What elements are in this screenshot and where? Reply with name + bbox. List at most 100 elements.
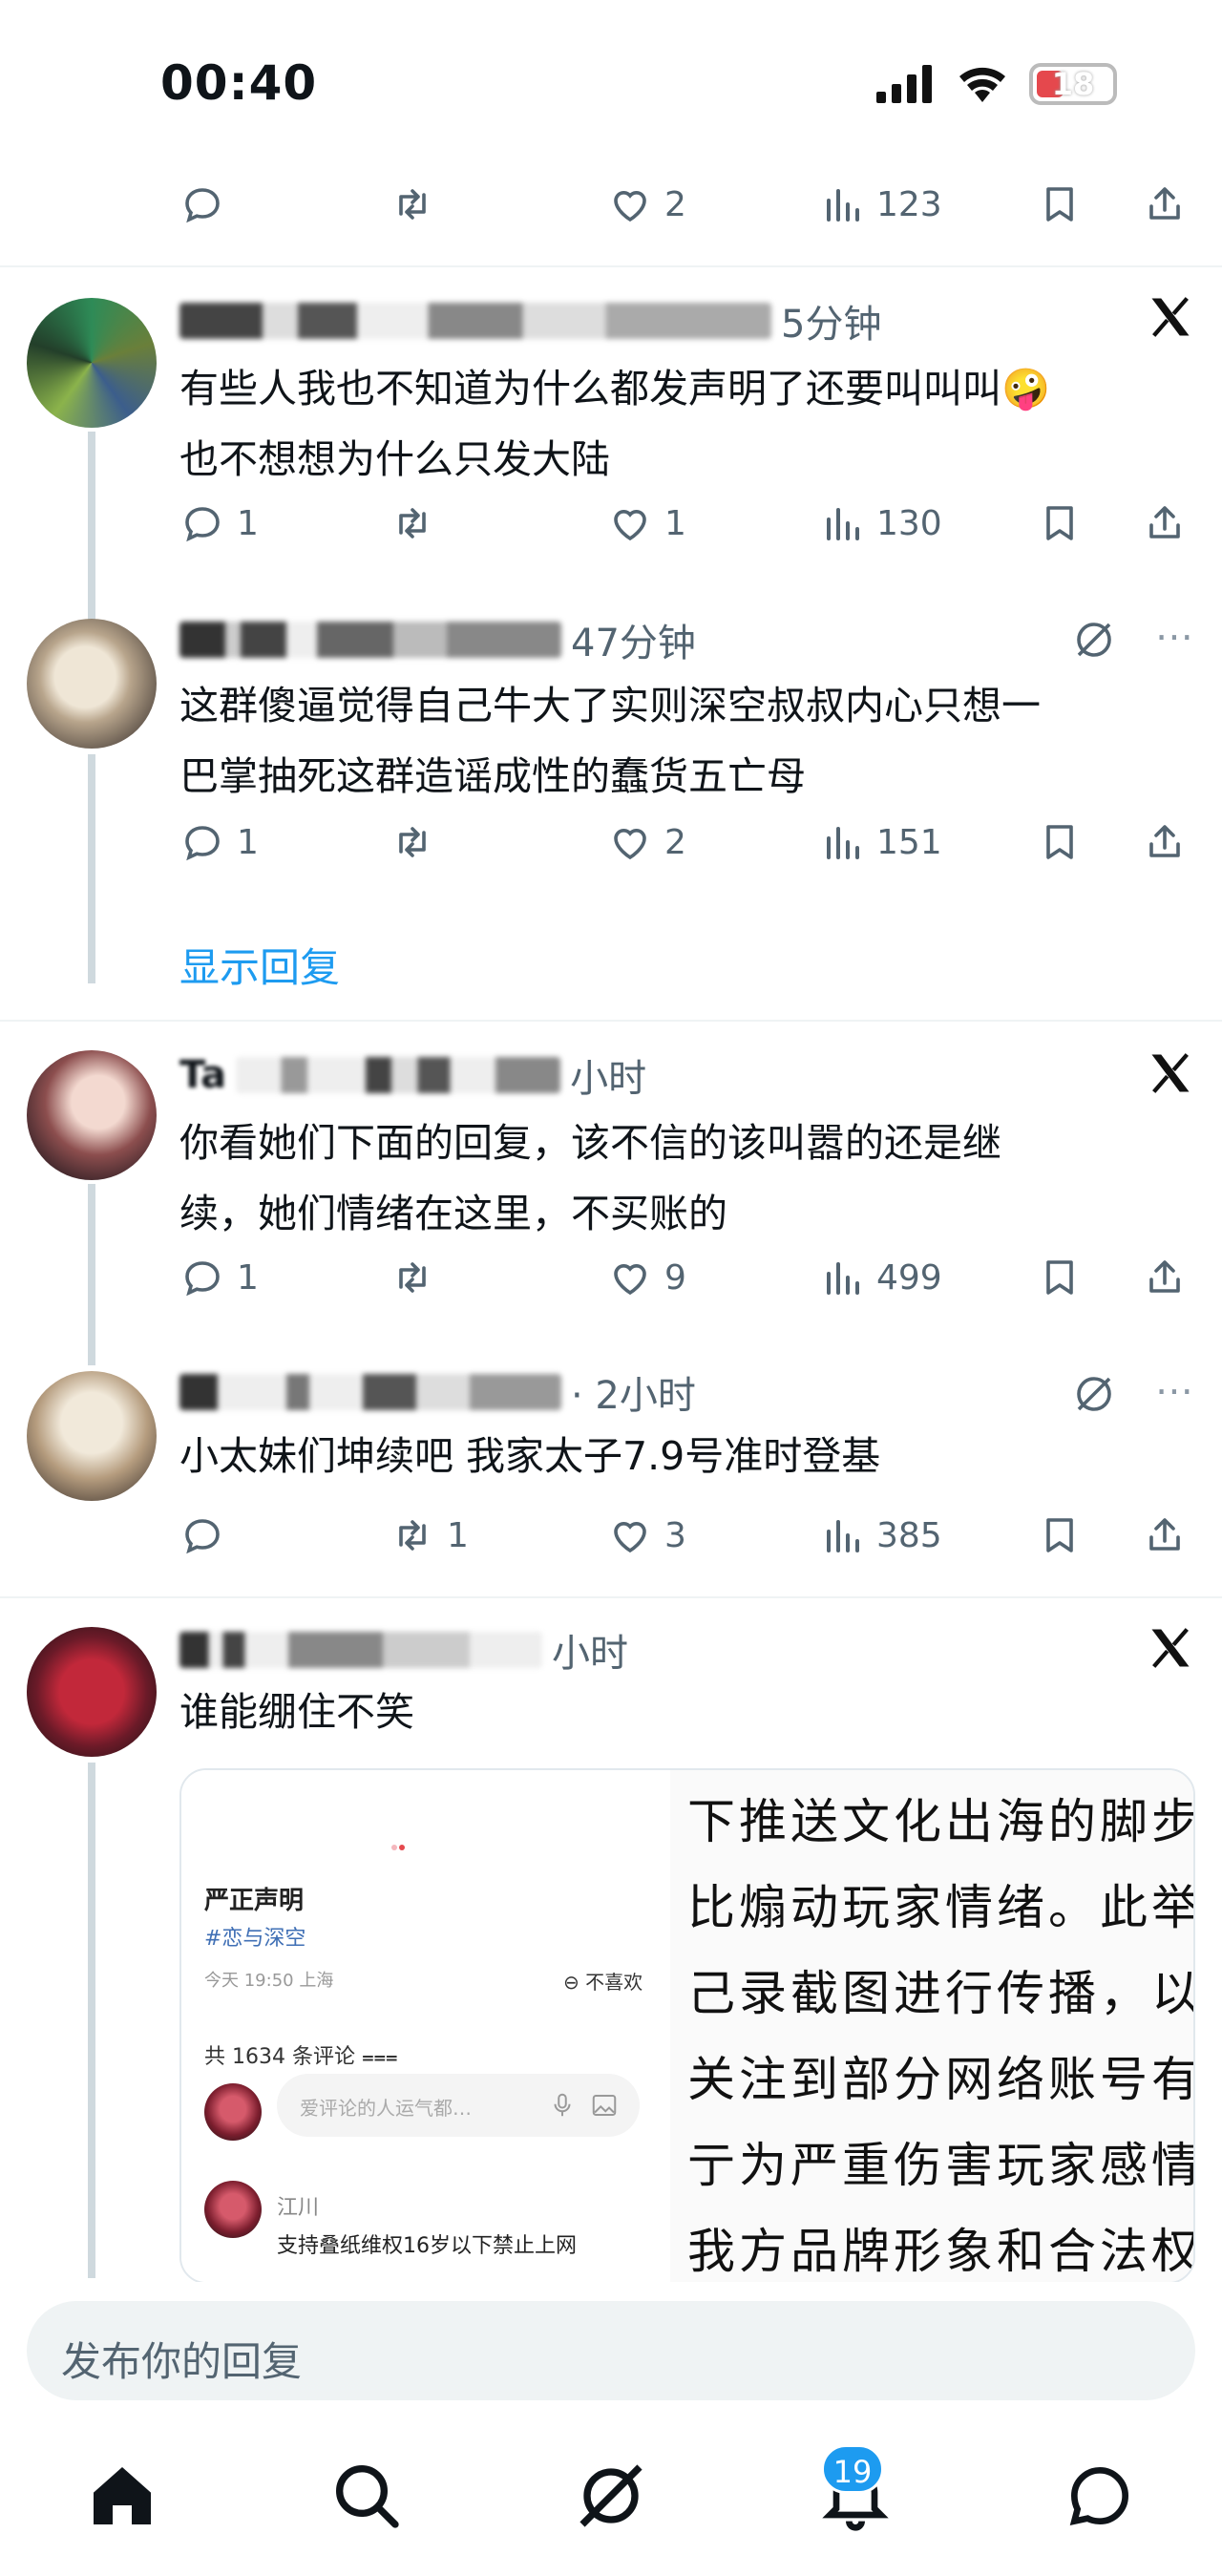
heart-icon <box>614 1264 646 1296</box>
embed-comment-count: 共 1634 条评论 ⩶ <box>204 2045 398 2069</box>
like-count: 2 <box>664 822 686 862</box>
author-name-redacted <box>179 622 561 658</box>
divider <box>0 265 1222 267</box>
view-count: 130 <box>876 503 942 543</box>
avatar[interactable] <box>27 1050 157 1180</box>
retweet-button[interactable] <box>390 813 435 871</box>
more-options-icon[interactable]: ⋯ <box>1155 615 1195 659</box>
embed-comment-text: 支持叠纸维权16岁以下禁止上网 <box>277 2234 577 2258</box>
reply-button[interactable]: 1 <box>179 495 259 552</box>
post-text: 这群傻逼觉得自己牛大了实则深空叔叔内心只想一 巴掌抽死这群造谣成性的蠢货五亡母 <box>179 683 1041 799</box>
x-logo-icon[interactable] <box>1146 1048 1195 1098</box>
embed-statement-line: 己录截图进行传播，以 <box>687 1966 1195 2021</box>
reply-button[interactable]: 1 <box>179 813 259 871</box>
share-button[interactable] <box>1142 1249 1188 1306</box>
share-button[interactable] <box>1142 1507 1188 1564</box>
reply-button[interactable] <box>179 176 225 233</box>
bookmark-button[interactable] <box>1037 1249 1083 1306</box>
author-name-redacted <box>179 303 771 339</box>
embed-time: 今天 19:50 上海 <box>204 1971 334 1991</box>
x-logo-icon[interactable] <box>1146 1623 1195 1673</box>
notification-badge: 19 <box>821 2444 884 2494</box>
avatar[interactable] <box>27 1627 157 1757</box>
author-row[interactable]: 小时 <box>179 1621 628 1679</box>
views-button[interactable]: 151 <box>819 813 942 871</box>
search-icon[interactable] <box>328 2458 405 2534</box>
action-bar: 1 9 499 <box>179 1249 1182 1306</box>
battery-icon: 18 <box>1029 63 1117 105</box>
heart-icon <box>614 1522 646 1553</box>
retweet-button[interactable] <box>390 176 435 233</box>
embed-statement-line: 关注到部分网络账号有 <box>687 2052 1195 2107</box>
post-image[interactable]: 严正声明 #恋与深空 今天 19:50 上海 ⊖ 不喜欢 共 1634 条评论 … <box>179 1768 1195 2284</box>
bookmark-icon <box>1046 1518 1073 1552</box>
bookmark-button[interactable] <box>1037 1507 1083 1564</box>
post-text: 谁能绷住不笑 <box>179 1689 414 1735</box>
show-replies-link[interactable]: 显示回复 <box>179 936 340 994</box>
embed-statement-line: 我方品牌形象和合法权 <box>687 2224 1195 2279</box>
views-button[interactable]: 499 <box>819 1249 942 1306</box>
like-count: 1 <box>664 503 686 543</box>
bookmark-button[interactable] <box>1037 495 1083 552</box>
post-time: · 2小时 <box>571 1374 696 1418</box>
signal-icon <box>876 65 932 103</box>
post-text: 小太妹们坤续吧 我家太子7.9号准时登基 <box>179 1433 881 1479</box>
bookmark-button[interactable] <box>1037 813 1083 871</box>
thread-line <box>88 1763 95 2278</box>
share-button[interactable] <box>1142 495 1188 552</box>
like-button[interactable]: 2 <box>607 813 686 871</box>
reply-icon <box>185 507 220 542</box>
embed-comment-input: 爱评论的人运气都… <box>277 2074 640 2137</box>
author-row[interactable]: 5分钟 <box>179 292 881 349</box>
bookmark-icon <box>1046 506 1073 540</box>
retweet-button[interactable] <box>390 495 435 552</box>
reply-icon <box>185 188 220 223</box>
embed-tag: #恋与深空 <box>204 1927 306 1951</box>
retweet-count: 1 <box>447 1515 469 1555</box>
post-time: 5分钟 <box>781 303 882 347</box>
grok-icon[interactable] <box>573 2458 649 2534</box>
like-button[interactable]: 3 <box>607 1507 686 1564</box>
reply-button[interactable]: 1 <box>179 1249 259 1306</box>
retweet-icon <box>399 508 426 538</box>
home-icon[interactable] <box>84 2458 160 2534</box>
view-count: 123 <box>876 184 942 224</box>
grok-icon[interactable] <box>1071 617 1117 663</box>
x-logo-icon[interactable] <box>1146 292 1195 342</box>
like-count: 9 <box>664 1257 686 1298</box>
like-button[interactable]: 1 <box>607 495 686 552</box>
more-options-icon[interactable]: ⋯ <box>1155 1369 1195 1413</box>
retweet-button[interactable] <box>390 1249 435 1306</box>
divider <box>0 1596 1222 1598</box>
views-button[interactable]: 123 <box>819 176 942 233</box>
reply-input[interactable]: 发布你的回复 <box>27 2301 1195 2400</box>
retweet-button[interactable]: 1 <box>390 1507 469 1564</box>
wifi-icon <box>959 67 1005 102</box>
view-count: 151 <box>876 822 942 862</box>
author-row[interactable]: 47分钟 <box>179 611 696 668</box>
embed-statement-line: 比煽动玩家情绪。此举 <box>687 1880 1195 1935</box>
reply-button[interactable] <box>179 1507 225 1564</box>
share-button[interactable] <box>1142 176 1188 233</box>
share-button[interactable] <box>1142 813 1188 871</box>
author-row[interactable]: Ta 小时 <box>179 1046 646 1104</box>
heart-icon <box>614 510 646 541</box>
avatar[interactable] <box>27 1371 157 1501</box>
author-row[interactable]: · 2小时 <box>179 1363 696 1421</box>
post-time: 47分钟 <box>571 622 696 665</box>
messages-icon[interactable] <box>1062 2458 1138 2534</box>
reply-icon <box>185 826 220 861</box>
grok-icon[interactable] <box>1071 1371 1117 1417</box>
action-bar: 1 2 151 <box>179 813 1182 871</box>
views-button[interactable]: 130 <box>819 495 942 552</box>
like-button[interactable]: 2 <box>607 176 686 233</box>
like-button[interactable]: 9 <box>607 1249 686 1306</box>
avatar[interactable] <box>27 619 157 749</box>
microphone-icon <box>554 2093 571 2117</box>
share-icon <box>1149 825 1180 857</box>
avatar[interactable] <box>27 298 157 428</box>
bookmark-button[interactable] <box>1037 176 1083 233</box>
embedded-screenshot-right: 下推送文化出海的脚步 比煽动玩家情绪。此举 己录截图进行传播，以 关注到部分网络… <box>670 1770 1195 2282</box>
view-count: 499 <box>876 1257 942 1298</box>
views-button[interactable]: 385 <box>819 1507 942 1564</box>
